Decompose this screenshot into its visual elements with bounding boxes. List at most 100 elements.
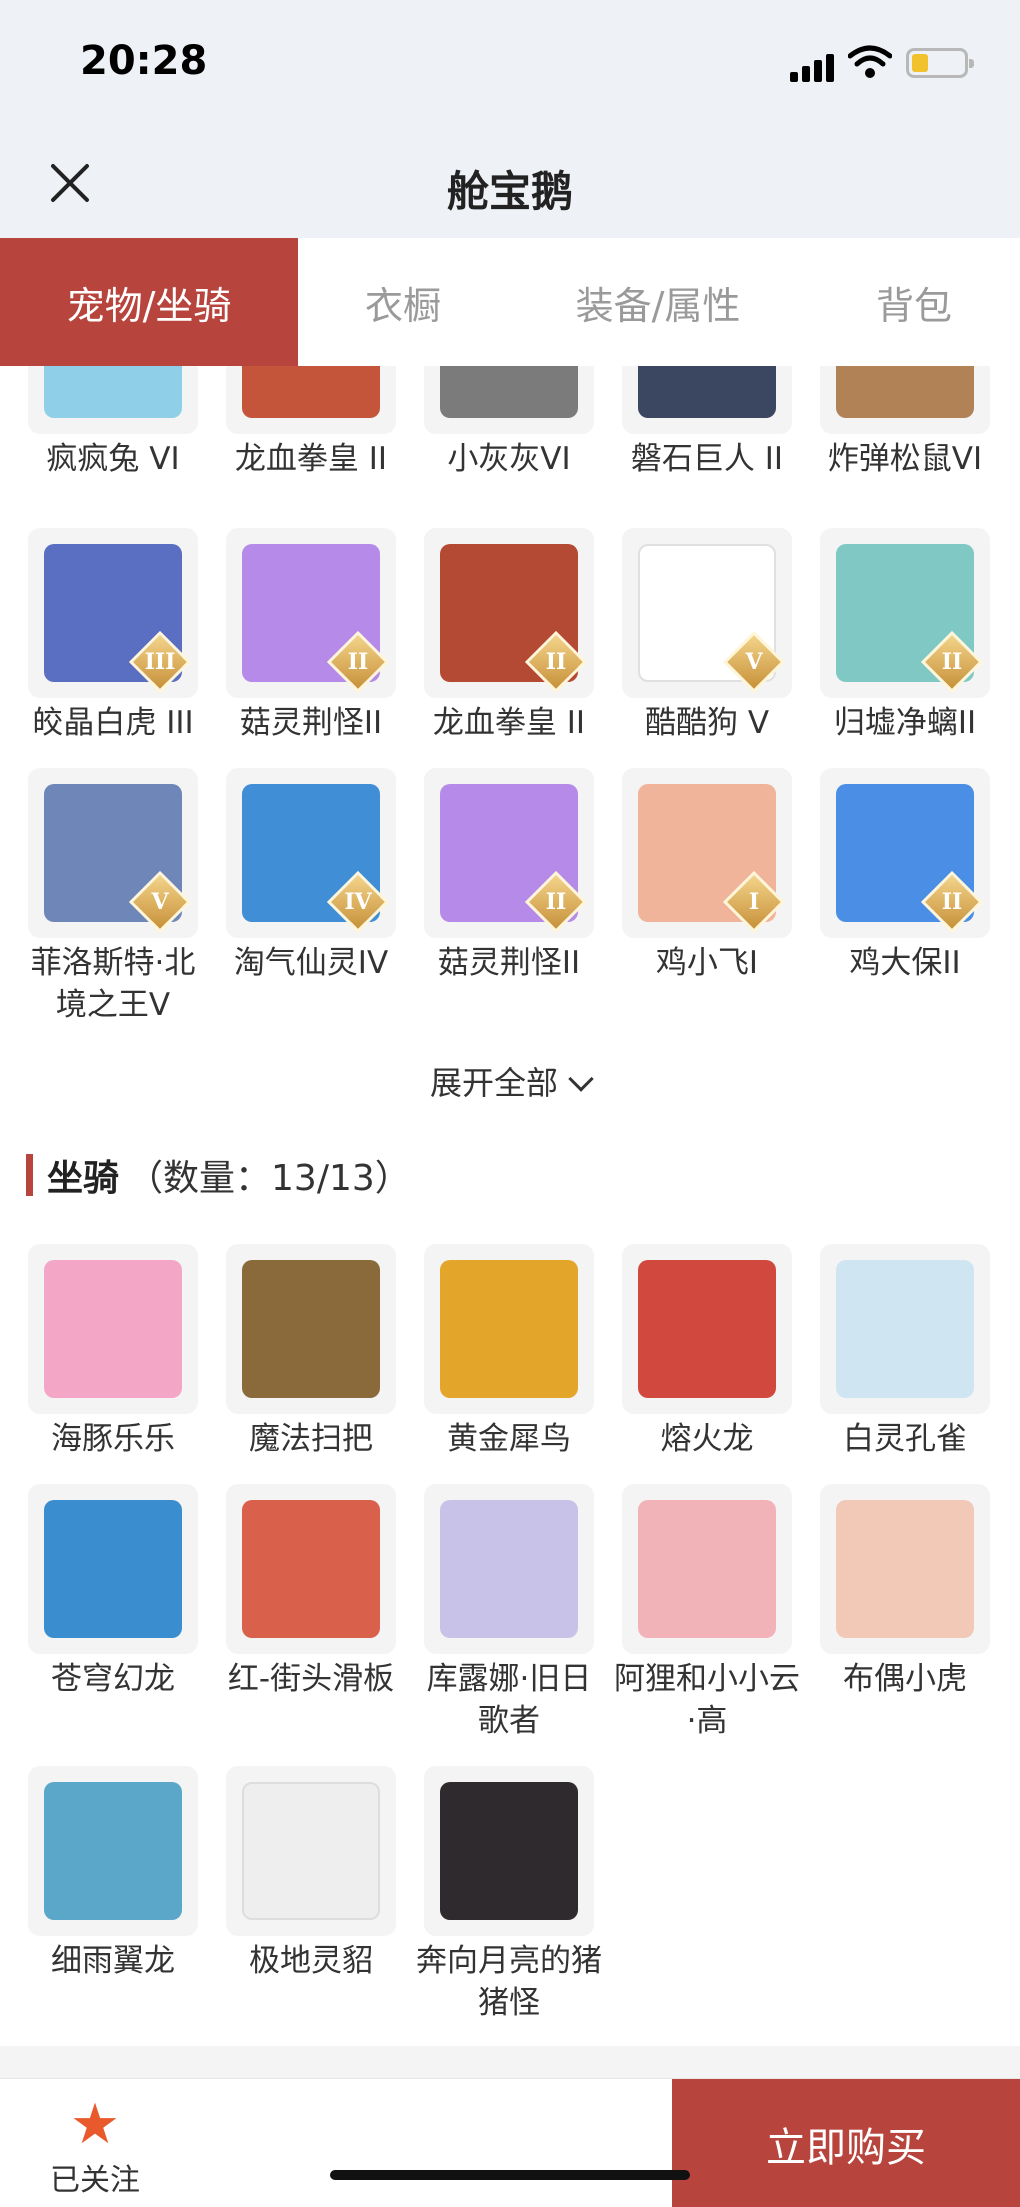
mount-image [44,1500,182,1638]
mount-image [440,1260,578,1398]
follow-label: 已关注 [50,2163,140,2198]
mount-name: 细雨翼龙 [51,1943,175,1979]
mount-card[interactable]: 红-街头滑板 [212,1484,410,1700]
mount-card[interactable]: 海豚乐乐 [14,1244,212,1460]
pet-name: 菲洛斯特·北境之王V [30,945,196,1023]
expand-all-label: 展开全部 [429,1064,558,1102]
mount-card[interactable]: 熔火龙 [608,1244,806,1460]
pet-name: 鸡大保II [849,945,961,981]
pet-image [242,366,380,418]
mount-name: 白灵孔雀 [843,1421,967,1457]
wifi-icon [848,45,892,78]
pet-image [638,366,776,418]
tab-bar: 宠物/坐骑 衣橱 装备/属性 背包 [0,238,1020,366]
section-count: （数量：13/13） [127,1158,411,1199]
mount-card[interactable]: 白灵孔雀 [806,1244,1004,1460]
status-time: 20:28 [80,38,208,84]
pet-card[interactable]: 小灰灰VI [410,366,608,480]
follow-button[interactable]: ★ 已关注 [40,2097,150,2199]
tab-equipment[interactable]: 装备/属性 [508,238,808,366]
pet-card[interactable]: III 皎晶白虎 III [14,528,212,744]
mount-image [440,1500,578,1638]
pet-card[interactable]: 龙血拳皇 II [212,366,410,480]
pet-card[interactable]: II 龙血拳皇 II [410,528,608,744]
pet-card[interactable]: I 鸡小飞I [608,768,806,984]
mount-image [44,1782,182,1920]
pet-card[interactable]: II 菇灵荆怪II [212,528,410,744]
mount-card[interactable]: 苍穹幻龙 [14,1484,212,1700]
section-title: 坐骑 [47,1158,120,1199]
cellular-signal-icon [790,50,836,82]
content-area: 疯疯兔 VI 龙血拳皇 II 小灰灰VI 磐石巨人 II 炸弹松鼠VI III … [0,366,1020,2078]
pet-name: 菇灵荆怪II [239,705,383,741]
home-indicator [330,2170,690,2180]
pet-image [44,366,182,418]
mount-image [242,1782,380,1920]
mount-card[interactable]: 奔向月亮的猪猪怪 [410,1766,608,2024]
pet-image [836,366,974,418]
pet-name: 龙血拳皇 II [432,705,586,741]
pet-name: 归墟净螭II [833,705,977,741]
mount-name: 极地灵貂 [249,1943,373,1979]
pet-name: 炸弹松鼠VI [827,441,983,477]
pet-card[interactable]: II 菇灵荆怪II [410,768,608,984]
pet-name: 龙血拳皇 II [234,441,388,477]
buy-now-button[interactable]: 立即购买 [672,2079,1020,2207]
pet-card[interactable]: IV 淘气仙灵IV [212,768,410,984]
pet-card[interactable]: V 菲洛斯特·北境之王V [14,768,212,1026]
expand-all-button[interactable]: 展开全部 [0,1058,1020,1104]
mount-name: 黄金犀鸟 [447,1421,571,1457]
section-accent-bar [26,1154,33,1196]
mount-card[interactable]: 极地灵貂 [212,1766,410,1982]
mount-card[interactable]: 魔法扫把 [212,1244,410,1460]
mount-name: 海豚乐乐 [51,1421,175,1457]
mount-name: 魔法扫把 [249,1421,373,1457]
status-bar: 20:28 [0,0,1020,130]
bottom-action-bar: ★ 已关注 立即购买 [0,2078,1020,2207]
pet-card[interactable]: V 酷酷狗 V [608,528,806,744]
mount-name: 库露娜·旧日歌者 [426,1661,592,1739]
mount-image [836,1260,974,1398]
chevron-down-icon [568,1066,594,1092]
mount-image [440,1782,578,1920]
pet-image [440,366,578,418]
pet-card[interactable]: II 归墟净螭II [806,528,1004,744]
pet-card[interactable]: 磐石巨人 II [608,366,806,480]
tab-pets-mounts[interactable]: 宠物/坐骑 [0,238,298,366]
mount-card[interactable]: 阿狸和小小云·高 [608,1484,806,1742]
pet-name: 皎晶白虎 III [32,705,194,741]
mount-image [242,1260,380,1398]
mount-name: 红-街头滑板 [227,1661,395,1697]
pet-name: 鸡小飞I [655,945,759,981]
pet-name: 菇灵荆怪II [437,945,581,981]
pet-name: 酷酷狗 V [644,705,770,741]
mount-image [638,1500,776,1638]
mount-image [836,1500,974,1638]
mount-name: 苍穹幻龙 [51,1661,175,1697]
star-icon: ★ [69,2092,121,2157]
mount-name: 阿狸和小小云·高 [614,1661,800,1739]
section-divider [0,2046,1020,2078]
tab-backpack[interactable]: 背包 [808,238,1020,366]
mount-image [44,1260,182,1398]
mount-name: 熔火龙 [660,1421,754,1457]
page-title: 舱宝鹅 [446,167,573,216]
mount-card[interactable]: 黄金犀鸟 [410,1244,608,1460]
mounts-section-header: 坐骑 （数量：13/13） [26,1152,411,1199]
mount-image [242,1500,380,1638]
page: 20:28 舱宝鹅 宠物/坐骑 衣橱 装备/属性 背包 疯疯兔 VI 龙血拳皇 … [0,0,1020,2207]
mount-name: 布偶小虎 [843,1661,967,1697]
tab-wardrobe[interactable]: 衣橱 [298,238,508,366]
pet-name: 小灰灰VI [447,441,571,477]
mount-card[interactable]: 细雨翼龙 [14,1766,212,1982]
mount-card[interactable]: 布偶小虎 [806,1484,1004,1700]
pet-name: 疯疯兔 VI [46,441,180,477]
pet-card[interactable]: 疯疯兔 VI [14,366,212,480]
pet-card[interactable]: II 鸡大保II [806,768,1004,984]
pet-name: 淘气仙灵IV [233,945,389,981]
mount-card[interactable]: 库露娜·旧日歌者 [410,1484,608,1742]
nav-bar: 舱宝鹅 [0,130,1020,238]
pet-card[interactable]: 炸弹松鼠VI [806,366,1004,480]
mount-image [638,1260,776,1398]
mount-name: 奔向月亮的猪猪怪 [416,1943,602,2021]
